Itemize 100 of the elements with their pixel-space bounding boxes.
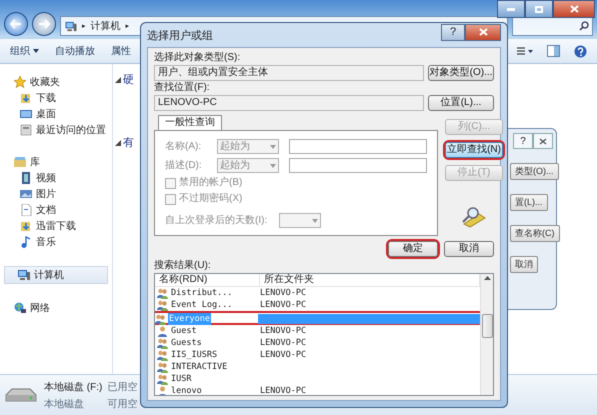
library-icon xyxy=(14,156,26,168)
dialog-button[interactable]: 对象类型(O)... xyxy=(428,65,494,81)
caret-icon xyxy=(33,49,39,53)
preview-pane-icon[interactable] xyxy=(547,45,560,57)
sidebar-item[interactable]: 桌面 xyxy=(0,106,112,122)
checkbox[interactable] xyxy=(165,194,176,204)
user-group-icon xyxy=(157,374,168,384)
user-group-icon xyxy=(157,300,168,310)
input-field[interactable] xyxy=(289,158,427,173)
field-label: 名称(A): xyxy=(165,140,202,152)
collapse-triangle-icon[interactable] xyxy=(115,140,121,146)
user-group-icon xyxy=(155,314,166,324)
user-group-icon xyxy=(157,338,168,348)
user-group-icon xyxy=(157,362,168,372)
minimize-button[interactable] xyxy=(497,0,525,18)
list-item[interactable]: IIS_IUSRS xyxy=(170,349,218,361)
scroll-thumb[interactable] xyxy=(482,314,492,338)
sidebar-item[interactable]: 音乐 xyxy=(0,234,112,250)
field-label: 描述(D): xyxy=(165,160,203,172)
view-options-icon[interactable] xyxy=(517,45,533,57)
table-cell-text: LENOVO-PC xyxy=(260,325,308,337)
sidebar-item[interactable]: 图片 xyxy=(0,186,112,202)
close-icon xyxy=(539,138,547,144)
list-item[interactable]: IUSR xyxy=(170,373,192,385)
download-folder-icon xyxy=(20,92,32,104)
user-icon xyxy=(157,386,168,395)
recent-places-icon xyxy=(20,124,32,136)
sidebar-item[interactable]: 视频 xyxy=(0,170,112,186)
list-item[interactable]: Guests xyxy=(170,337,203,349)
ok-button[interactable]: 确定 xyxy=(388,241,438,257)
dialog-button[interactable]: 置(L)... xyxy=(510,194,548,211)
star-icon xyxy=(14,76,26,88)
detail-label: 可用空 xyxy=(107,398,138,410)
caret-icon xyxy=(270,164,276,168)
close-button[interactable] xyxy=(465,24,501,40)
caret-icon xyxy=(270,144,276,148)
back-button[interactable] xyxy=(4,12,28,36)
minimize-icon xyxy=(507,8,515,10)
input-field[interactable] xyxy=(289,139,427,154)
toolbar-button[interactable]: 组织 xyxy=(10,44,39,58)
list-item[interactable]: lenovo xyxy=(170,385,203,395)
scrollbar[interactable] xyxy=(480,274,493,395)
sidebar-item[interactable]: 收藏夹 xyxy=(0,74,112,90)
sidebar-item[interactable]: 下载 xyxy=(0,90,112,106)
dialog-button[interactable]: 取消 xyxy=(510,256,538,273)
dialog-button[interactable]: 位置(L)... xyxy=(428,95,494,111)
film-icon xyxy=(20,172,32,184)
document-icon xyxy=(20,204,32,216)
list-item[interactable]: Distribut... xyxy=(170,287,234,299)
forward-button[interactable] xyxy=(32,12,56,36)
drive-name: 本地磁盘 (F:) xyxy=(44,380,102,394)
group-header: 硬 xyxy=(123,73,134,87)
close-button[interactable] xyxy=(533,133,553,149)
dialog-title: 选择用户或组 xyxy=(147,28,213,42)
music-note-icon xyxy=(20,236,32,248)
toolbar-button[interactable]: 属性 xyxy=(111,44,131,58)
sidebar-item[interactable]: 库 xyxy=(0,154,112,170)
network-icon xyxy=(14,302,26,314)
group-header: 有 xyxy=(123,136,134,150)
user-icon xyxy=(157,326,168,336)
scroll-up-icon[interactable] xyxy=(484,276,490,280)
table-cell-text: LENOVO-PC xyxy=(260,349,308,361)
dialog-button[interactable]: 类型(O)... xyxy=(510,163,558,180)
sidebar-item[interactable]: 最近访问的位置 xyxy=(0,122,112,138)
help-button[interactable]: ? xyxy=(441,24,465,40)
search-magnifier-icon xyxy=(461,206,487,228)
picture-icon xyxy=(20,188,32,200)
dialog-button[interactable]: 查名称(C) xyxy=(510,225,560,242)
sidebar-item[interactable]: 文档 xyxy=(0,202,112,218)
field-label: 自上次登录后的天数(I): xyxy=(165,214,268,226)
toolbar-button[interactable]: 自动播放 xyxy=(55,44,95,58)
maximize-button[interactable] xyxy=(525,0,553,18)
detail-label: 已用空 xyxy=(107,380,138,394)
dialog-button[interactable]: 立即查找(N) xyxy=(445,142,503,158)
caret-icon xyxy=(312,218,318,222)
table-cell-text: LENOVO-PC xyxy=(260,337,308,349)
help-button[interactable]: ? xyxy=(513,133,533,149)
desktop-icon xyxy=(20,108,32,120)
drive-type: 本地磁盘 xyxy=(44,398,85,410)
search-field[interactable] xyxy=(512,16,593,36)
sidebar-item[interactable]: 迅雷下载 xyxy=(0,218,112,234)
sidebar-item[interactable]: 计算机 xyxy=(4,266,108,284)
help-icon[interactable] xyxy=(574,44,587,58)
close-button[interactable] xyxy=(553,0,595,18)
checkbox[interactable] xyxy=(165,178,176,188)
breadcrumb-item[interactable]: 计算机 xyxy=(90,19,121,33)
user-group-icon xyxy=(157,288,168,298)
sidebar-item[interactable]: 网络 xyxy=(0,300,112,316)
readonly-field: LENOVO-PC xyxy=(154,95,424,111)
field-label: 搜索结果(U): xyxy=(154,260,212,272)
list-item[interactable]: Guest xyxy=(170,325,198,337)
collapse-triangle-icon[interactable] xyxy=(115,76,121,82)
tab[interactable]: 一般性查询 xyxy=(158,115,222,130)
download-folder-icon xyxy=(20,220,32,232)
search-icon xyxy=(579,21,589,31)
list-item[interactable]: Event Log... xyxy=(170,299,234,311)
cancel-button[interactable]: 取消 xyxy=(444,241,494,257)
column-header[interactable]: 名称(RDN) xyxy=(155,274,260,286)
list-item[interactable]: INTERACTIVE xyxy=(170,361,228,373)
back-arrow-icon xyxy=(10,19,22,29)
